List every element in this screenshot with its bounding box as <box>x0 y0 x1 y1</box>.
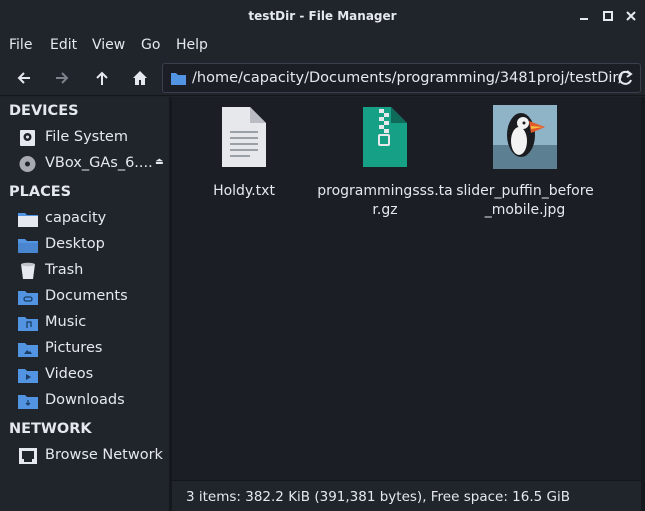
minimize-icon <box>580 18 588 20</box>
network-icon <box>19 448 37 464</box>
optical-disc-icon <box>19 156 36 172</box>
sidebar-item-label: Music <box>45 314 87 330</box>
menu-go[interactable]: Go <box>141 37 160 53</box>
window-title: testDir - File Manager <box>248 9 397 23</box>
sidebar-item-downloads[interactable]: Downloads <box>0 389 169 413</box>
sidebar-item-label: VBox_GAs_6.... <box>45 155 153 171</box>
network-section-title: NETWORK <box>9 421 92 437</box>
sidebar-item-label: capacity <box>45 210 107 226</box>
file-name: slider_puffin_before_mobile.jpg <box>456 183 594 218</box>
music-folder-icon <box>18 317 38 331</box>
harddisk-icon <box>20 130 35 146</box>
sidebar-item-label: Trash <box>45 262 84 278</box>
menu-file[interactable]: File <box>9 37 32 53</box>
sidebar-item-label: Downloads <box>45 392 125 408</box>
sidebar-item-trash[interactable]: Trash <box>0 259 169 283</box>
sidebar-item-label: File System <box>45 129 128 145</box>
arrow-right-icon <box>56 72 69 84</box>
close-icon <box>626 11 636 21</box>
menu-view[interactable]: View <box>92 37 125 53</box>
maximize-button[interactable] <box>600 8 616 24</box>
sidebar-item-documents[interactable]: Documents <box>0 285 169 309</box>
up-button[interactable] <box>88 64 116 92</box>
image-thumbnail-icon <box>493 105 557 169</box>
file-name: programmingsss.tar.gz <box>317 183 453 218</box>
devices-section-title: DEVICES <box>9 103 79 119</box>
sidebar-item-browse-network[interactable]: Browse Network <box>0 444 169 468</box>
home-folder-icon <box>18 213 38 227</box>
trash-icon <box>21 262 35 279</box>
menu-bar: File Edit View Go Help <box>0 32 645 60</box>
arrow-up-icon <box>96 71 108 85</box>
sidebar-item-label: Desktop <box>45 236 105 252</box>
window-edge <box>641 97 645 511</box>
file-name: Holdy.txt <box>213 183 275 199</box>
sidebar-item-file-system[interactable]: File System <box>0 126 169 150</box>
folder-icon <box>171 73 186 85</box>
sidebar: DEVICES File System VBox_GAs_6.... ⏏ PLA… <box>0 97 169 511</box>
location-path[interactable]: /home/capacity/Documents/programming/348… <box>192 70 623 86</box>
sidebar-item-pictures[interactable]: Pictures <box>0 337 169 361</box>
home-icon <box>133 71 147 85</box>
pictures-folder-icon <box>18 343 38 357</box>
sidebar-item-vbox[interactable]: VBox_GAs_6.... ⏏ <box>0 152 169 176</box>
close-button[interactable] <box>623 8 639 24</box>
status-text: 3 items: 382.2 KiB (391,381 bytes), Free… <box>186 489 570 505</box>
title-bar: testDir - File Manager <box>0 0 645 32</box>
location-bar[interactable]: /home/capacity/Documents/programming/348… <box>162 63 641 93</box>
sidebar-item-capacity[interactable]: capacity <box>0 207 169 231</box>
eject-icon[interactable]: ⏏ <box>155 157 164 167</box>
sidebar-item-label: Videos <box>45 366 94 382</box>
downloads-folder-icon <box>18 395 38 409</box>
home-button[interactable] <box>126 64 154 92</box>
text-file-icon <box>222 107 266 167</box>
sidebar-item-music[interactable]: Music <box>0 311 169 335</box>
documents-folder-icon <box>18 291 38 305</box>
sidebar-item-label: Documents <box>45 288 128 304</box>
sidebar-item-desktop[interactable]: Desktop <box>0 233 169 257</box>
minimize-button[interactable] <box>576 8 592 24</box>
menu-edit[interactable]: Edit <box>50 37 77 53</box>
forward-button[interactable] <box>48 64 76 92</box>
menu-help[interactable]: Help <box>176 37 208 53</box>
back-button[interactable] <box>10 64 38 92</box>
archive-file-icon <box>363 107 407 167</box>
sidebar-item-label: Pictures <box>45 340 103 356</box>
status-bar: 3 items: 382.2 KiB (391,381 bytes), Free… <box>172 480 641 511</box>
arrow-left-icon <box>17 72 30 84</box>
reload-icon[interactable] <box>616 69 634 87</box>
maximize-icon <box>603 11 613 21</box>
file-view[interactable]: Holdy.txt programmingsss.tar.gz slider_p… <box>172 97 641 480</box>
sidebar-item-label: Browse Network <box>45 447 163 463</box>
sidebar-item-videos[interactable]: Videos <box>0 363 169 387</box>
toolbar: /home/capacity/Documents/programming/348… <box>0 60 645 96</box>
videos-folder-icon <box>18 369 38 383</box>
desktop-folder-icon <box>18 239 38 253</box>
places-section-title: PLACES <box>9 184 72 200</box>
